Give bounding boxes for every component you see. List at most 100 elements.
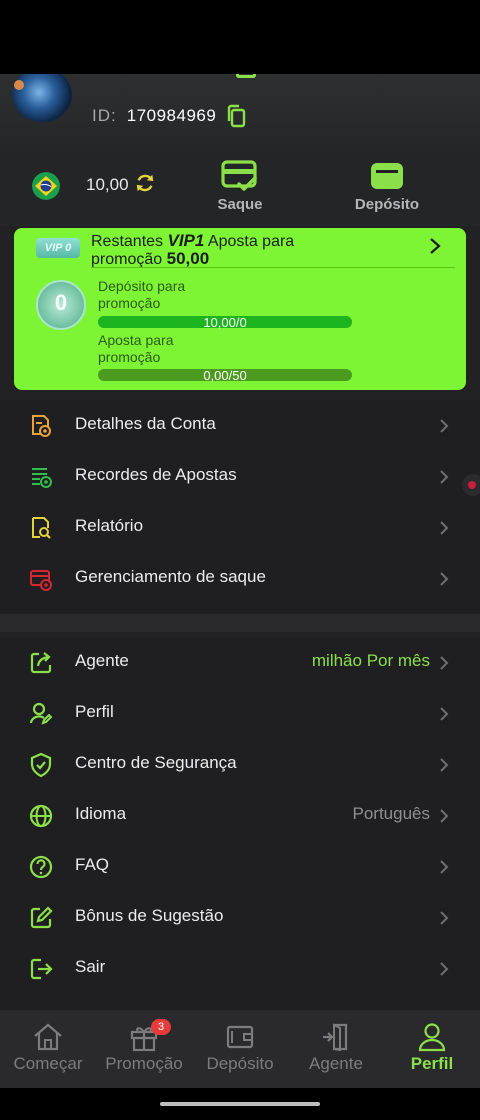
menu-item-account-details[interactable]: Detalhes da Conta <box>0 400 480 451</box>
bet-records-icon <box>32 468 52 488</box>
language-value: Português <box>352 804 431 823</box>
user-icon <box>418 1023 446 1052</box>
home-indicator[interactable] <box>160 1102 320 1106</box>
deposit-progress-text: 10,00/0 <box>203 315 247 330</box>
withdraw-label: Saque <box>217 196 263 213</box>
chevron-right-icon <box>440 707 449 721</box>
menu-label: Relatório <box>75 516 144 535</box>
menu-label: Agente <box>75 651 129 670</box>
user-edit-icon <box>29 702 53 725</box>
wallet-icon <box>226 1025 254 1049</box>
menu-label: Idioma <box>75 804 127 823</box>
menu-label: Bônus de Sugestão <box>75 906 224 925</box>
logout-icon <box>30 958 53 980</box>
menu-item-suggestion-bonus[interactable]: Bônus de Sugestão <box>0 892 480 943</box>
id-value: 170984969 <box>126 106 217 125</box>
withdraw-management-icon <box>30 570 52 591</box>
brazil-flag-icon <box>32 172 60 200</box>
nav-agent[interactable]: Agente <box>288 1010 384 1088</box>
deposit-progress-label-line2: promoção <box>98 295 161 311</box>
vip-remaining-line: Restantes VIP1 Aposta para <box>91 231 294 251</box>
deposit-progress-label: Depósito para promoção <box>98 278 218 312</box>
door-icon <box>323 1023 348 1052</box>
nav-label: Promoção <box>105 1054 183 1073</box>
chevron-right-icon <box>440 572 449 586</box>
menu-item-agent[interactable]: Agente milhão Por mês <box>0 637 480 688</box>
status-bar <box>0 0 480 74</box>
bottom-nav: Começar 3 Promoção Depósito Agente Perfi… <box>0 1010 480 1088</box>
deposit-wallet-icon <box>371 163 403 189</box>
chevron-right-icon <box>440 656 449 670</box>
menu-item-faq[interactable]: FAQ <box>0 841 480 892</box>
avatar-badge <box>14 80 24 90</box>
balance-value: 10,00 <box>86 175 129 194</box>
vip-progress-card[interactable]: VIP 0 Restantes VIP1 Aposta para promoçã… <box>14 228 466 390</box>
menu-label: FAQ <box>75 855 110 874</box>
nav-home[interactable]: Começar <box>0 1010 96 1088</box>
system-gesture-bar <box>0 1088 480 1120</box>
globe-icon <box>29 804 53 828</box>
deposit-button[interactable]: Depósito <box>332 160 442 220</box>
menu-item-bet-records[interactable]: Recordes de Apostas <box>0 451 480 502</box>
chevron-right-icon <box>440 860 449 874</box>
menu-item-withdraw-management[interactable]: Gerenciamento de saque <box>0 553 480 604</box>
bet-progress-text: 0,00/50 <box>203 368 247 383</box>
account-menu: Detalhes da Conta Recordes de Apostas Re… <box>0 400 480 614</box>
menu-label: Centro de Segurança <box>75 753 237 772</box>
chevron-right-icon <box>440 809 449 823</box>
menu-label: Perfil <box>75 702 114 721</box>
chevron-right-icon <box>440 758 449 772</box>
nav-label: Agente <box>309 1054 363 1073</box>
menu-item-report[interactable]: Relatório <box>0 502 480 553</box>
vip-amount-line: promoção 50,00 <box>91 249 209 269</box>
vip-remaining-label: Restantes <box>91 233 164 250</box>
menu-item-security-center[interactable]: Centro de Segurança <box>0 739 480 790</box>
menu-label: Sair <box>75 957 106 976</box>
nav-deposit[interactable]: Depósito <box>192 1010 288 1088</box>
floating-handle[interactable] <box>462 474 480 496</box>
nav-promotion[interactable]: 3 Promoção <box>96 1010 192 1088</box>
section-divider <box>0 614 480 632</box>
chevron-right-icon <box>440 419 449 433</box>
avatar[interactable] <box>12 74 72 122</box>
bet-progress-label: Aposta para promoção <box>98 332 218 366</box>
share-icon <box>30 652 52 674</box>
vip-medal-icon: 0 <box>36 280 86 330</box>
nav-profile[interactable]: Perfil <box>384 1010 480 1088</box>
vip-bet-label: Aposta para <box>207 233 295 250</box>
nav-label: Perfil <box>410 1054 454 1073</box>
chevron-right-icon <box>440 962 449 976</box>
id-label: ID: <box>92 106 117 125</box>
wallet-row: 10,00 Saque Depósito <box>0 160 480 226</box>
menu-item-logout[interactable]: Sair <box>0 943 480 994</box>
vip-next-level: VIP1 <box>167 231 205 250</box>
chevron-right-icon <box>440 521 449 535</box>
deposit-label: Depósito <box>354 196 420 213</box>
agent-earnings-value: milhão Por mês <box>311 651 430 670</box>
menu-item-language[interactable]: Idioma Português <box>0 790 480 841</box>
shield-icon <box>30 752 52 778</box>
bet-progress-label-line2: promoção <box>98 349 161 365</box>
chevron-right-icon[interactable] <box>428 237 442 255</box>
vip-promo-label: promoção <box>91 251 163 268</box>
question-icon <box>29 855 53 879</box>
menu-item-profile[interactable]: Perfil <box>0 688 480 739</box>
promotion-count-badge: 3 <box>151 1019 171 1035</box>
edit-icon[interactable] <box>236 74 256 78</box>
report-icon <box>32 517 51 539</box>
refresh-icon[interactable] <box>134 172 156 194</box>
user-id-row: ID: 170984969 <box>92 104 248 128</box>
menu-label: Recordes de Apostas <box>75 465 237 484</box>
chevron-right-icon <box>440 470 449 484</box>
edit-icon <box>30 906 53 929</box>
menu-label: Detalhes da Conta <box>75 414 216 433</box>
settings-menu: Agente milhão Por mês Perfil Centro de S… <box>0 637 480 1013</box>
home-icon <box>34 1023 62 1051</box>
profile-screen: ID: 170984969 10,00 Saque Depósito VIP 0… <box>0 74 480 1088</box>
vip-medal-level: 0 <box>54 290 68 315</box>
account-details-icon <box>32 415 51 437</box>
nav-label: Depósito <box>206 1054 274 1073</box>
copy-icon[interactable] <box>224 104 248 128</box>
withdraw-button[interactable]: Saque <box>185 160 295 220</box>
withdraw-card-icon <box>221 160 257 191</box>
